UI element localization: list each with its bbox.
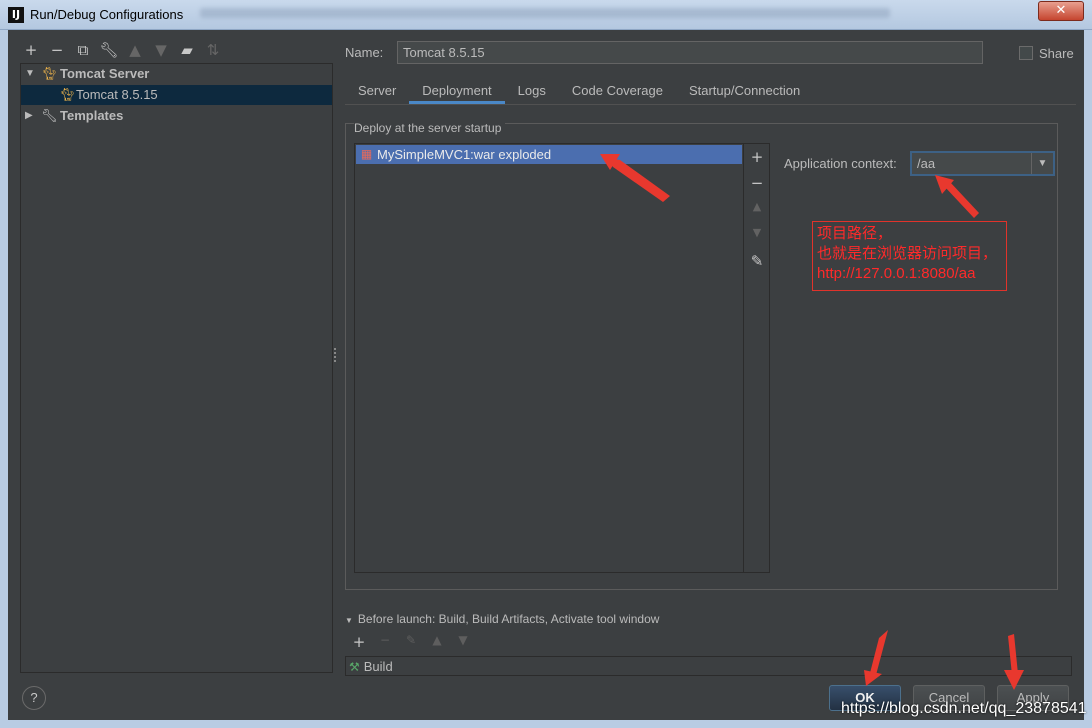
- dialog-content: + − ⧉ 🔧︎ ▲ ▼ ▰ ⇅ ▼ 🐈︎ Tomcat Server 🐈︎ T…: [8, 30, 1087, 720]
- config-tree: ▼ 🐈︎ Tomcat Server 🐈︎ Tomcat 8.5.15 ▶ 🔧︎…: [20, 63, 333, 673]
- config-tabs: Server Deployment Logs Code Coverage Sta…: [345, 80, 813, 104]
- tree-item-templates[interactable]: ▶ 🔧︎ Templates: [21, 106, 332, 126]
- annotation-line: http://127.0.0.1:8080/aa: [817, 265, 976, 282]
- annotation-line: 项目路径，: [817, 225, 893, 242]
- close-window-button[interactable]: ✕: [1038, 1, 1084, 21]
- remove-artifact-icon[interactable]: −: [744, 174, 770, 194]
- arrow-down-icon[interactable]: ▼: [452, 633, 474, 653]
- plus-icon[interactable]: +: [348, 633, 370, 653]
- blurred-path: [200, 8, 890, 18]
- tree-item-tomcat-8515[interactable]: 🐈︎ Tomcat 8.5.15: [21, 85, 332, 105]
- arrow-up-icon[interactable]: ▲: [426, 633, 448, 653]
- copy-icon[interactable]: ⧉: [72, 40, 94, 60]
- tab-code-coverage[interactable]: Code Coverage: [559, 80, 676, 104]
- application-context-label: Application context:: [784, 156, 897, 171]
- annotation-line: 也就是在浏览器访问项目，: [817, 245, 998, 262]
- artifact-label: MySimpleMVC1:war exploded: [377, 147, 552, 162]
- move-down-icon[interactable]: ▼: [744, 226, 770, 246]
- tabs-divider: [345, 104, 1076, 105]
- hammer-icon: ⚒: [349, 660, 360, 674]
- annotation-note: 项目路径， 也就是在浏览器访问项目， http://127.0.0.1:8080…: [812, 221, 1007, 291]
- window-title: Run/Debug Configurations: [30, 7, 184, 22]
- edit-pencil-icon[interactable]: ✎: [400, 633, 422, 653]
- build-label: Build: [363, 659, 393, 674]
- list-item[interactable]: ⚒ Build: [349, 658, 393, 676]
- minus-icon[interactable]: −: [46, 40, 68, 60]
- share-checkbox[interactable]: [1019, 46, 1033, 60]
- application-context-combo[interactable]: /aa ▼: [910, 151, 1055, 176]
- tomcat-icon: 🐈︎: [59, 87, 76, 102]
- before-launch-title: Before launch: Build, Build Artifacts, A…: [357, 612, 660, 626]
- plus-icon[interactable]: +: [20, 40, 42, 60]
- name-field[interactable]: Tomcat 8.5.15: [397, 41, 983, 64]
- tab-deployment[interactable]: Deployment: [409, 80, 505, 104]
- chevron-down-icon[interactable]: ▼: [1031, 153, 1053, 174]
- artifact-icon: ▦: [360, 147, 373, 161]
- chevron-down-icon[interactable]: ▼: [25, 64, 37, 84]
- application-context-value: /aa: [917, 156, 936, 171]
- edit-pencil-icon[interactable]: ✎: [744, 252, 770, 272]
- intellij-icon: IJ: [8, 7, 24, 23]
- tomcat-icon: 🐈︎: [41, 66, 58, 81]
- wrench-icon[interactable]: 🔧︎: [98, 40, 120, 60]
- folder-plus-icon[interactable]: ▰: [176, 40, 198, 60]
- tab-startup-connection[interactable]: Startup/Connection: [676, 80, 813, 104]
- window-frame-left: [0, 30, 8, 728]
- arrow-up-icon[interactable]: ▲: [124, 40, 146, 60]
- splitter-handle[interactable]: [334, 348, 338, 362]
- tree-item-label: Tomcat Server: [60, 66, 150, 81]
- tree-item-label: Tomcat 8.5.15: [76, 87, 158, 102]
- title-bar: IJ Run/Debug Configurations ✕: [0, 0, 1092, 30]
- arrow-down-icon[interactable]: ▼: [150, 40, 172, 60]
- add-artifact-icon[interactable]: +: [744, 148, 770, 168]
- before-launch-header[interactable]: ▼ Before launch: Build, Build Artifacts, …: [345, 612, 659, 626]
- tab-server[interactable]: Server: [345, 80, 409, 104]
- window-frame-right: [1084, 30, 1092, 728]
- deploy-section-title: Deploy at the server startup: [354, 121, 506, 135]
- tree-item-label: Templates: [60, 108, 124, 123]
- window-frame-bottom: [0, 720, 1092, 728]
- before-launch-toolbar: + − ✎ ▲ ▼: [348, 633, 474, 653]
- chevron-right-icon[interactable]: ▶: [25, 106, 37, 126]
- list-item[interactable]: ▦ MySimpleMVC1:war exploded: [356, 145, 742, 164]
- sort-icon[interactable]: ⇅: [202, 40, 224, 60]
- chevron-down-icon: ▼: [345, 616, 353, 625]
- watermark-text: https://blog.csdn.net/qq_23878541: [841, 700, 1087, 717]
- minus-icon[interactable]: −: [374, 633, 396, 653]
- deploy-list-toolbar: + − ▲ ▼ ✎: [744, 143, 770, 573]
- help-button[interactable]: ?: [22, 686, 46, 710]
- share-label: Share: [1039, 46, 1074, 61]
- move-up-icon[interactable]: ▲: [744, 200, 770, 220]
- config-toolbar: + − ⧉ 🔧︎ ▲ ▼ ▰ ⇅: [20, 40, 224, 60]
- before-launch-list: ⚒ Build: [345, 656, 1072, 676]
- name-label: Name:: [345, 45, 384, 60]
- tree-item-tomcat-server[interactable]: ▼ 🐈︎ Tomcat Server: [21, 64, 332, 84]
- tab-logs[interactable]: Logs: [505, 80, 559, 104]
- wrench-icon: 🔧︎: [41, 108, 58, 123]
- deploy-artifact-list[interactable]: ▦ MySimpleMVC1:war exploded: [354, 143, 744, 573]
